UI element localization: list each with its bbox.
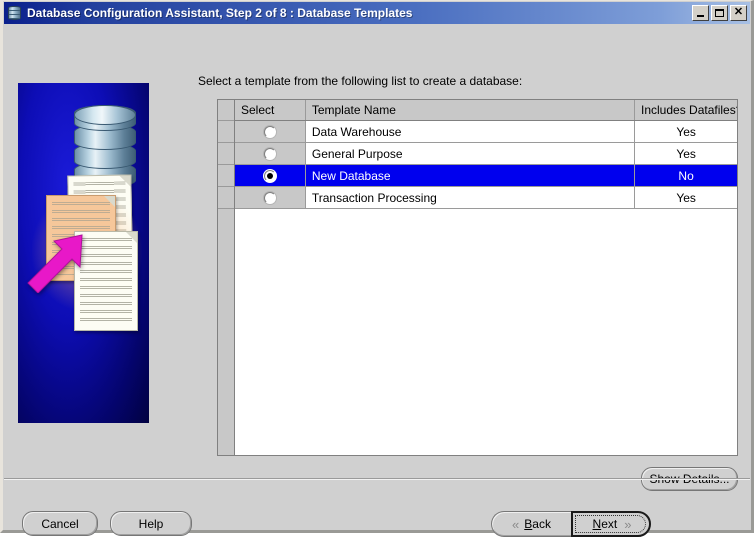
help-label: Help (138, 516, 164, 531)
template-name-cell: New Database (305, 165, 636, 187)
column-header-includes-datafiles[interactable]: Includes Datafiles? (635, 100, 737, 120)
table-body: Data Warehouse Yes General Purpose Yes N… (235, 121, 737, 455)
row-gutter-column (218, 100, 235, 455)
row-gutter-cell[interactable] (218, 187, 234, 209)
column-header-select[interactable]: Select (235, 100, 306, 120)
magenta-arrow-icon (24, 231, 86, 293)
templates-table: Select Template Name Includes Datafiles?… (217, 99, 738, 456)
close-icon: ✕ (733, 6, 744, 18)
radio-button[interactable] (263, 147, 276, 160)
title-bar: Database Configuration Assistant, Step 2… (4, 2, 750, 24)
table-header-row: Select Template Name Includes Datafiles? (235, 100, 737, 121)
radio-button[interactable] (263, 191, 276, 204)
footer-separator (4, 478, 750, 480)
back-button[interactable]: « Back (491, 511, 571, 537)
close-button[interactable]: ✕ (730, 5, 747, 21)
database-templates-illustration (18, 83, 149, 423)
back-label: Back (524, 517, 551, 531)
cancel-label: Cancel (41, 516, 79, 531)
table-empty-area (235, 209, 737, 455)
radio-button[interactable] (263, 125, 276, 138)
navigation-button-group: « Back Next » (491, 511, 651, 537)
table-row-selected[interactable]: New Database No (235, 165, 737, 187)
application-window: Database Configuration Assistant, Step 2… (0, 0, 754, 537)
column-header-template-name[interactable]: Template Name (305, 100, 635, 120)
row-gutter-cell[interactable] (218, 143, 234, 165)
chevron-right-double-icon: » (624, 516, 631, 532)
template-name-cell: Transaction Processing (305, 187, 636, 209)
help-button[interactable]: Help (110, 511, 192, 536)
includes-datafiles-cell: Yes (635, 121, 737, 143)
maximize-button[interactable] (711, 5, 728, 21)
maximize-icon (715, 9, 724, 17)
template-name-cell: Data Warehouse (305, 121, 636, 143)
client-area: Select a template from the following lis… (4, 24, 750, 537)
cancel-button[interactable]: Cancel (22, 511, 98, 536)
row-gutter-cell[interactable] (218, 121, 234, 143)
includes-datafiles-cell: Yes (635, 143, 737, 165)
select-cell[interactable] (235, 165, 306, 187)
table-row[interactable]: Data Warehouse Yes (235, 121, 737, 143)
row-gutter-cell[interactable] (218, 165, 234, 187)
chevron-left-double-icon: « (512, 516, 519, 532)
includes-datafiles-cell: Yes (635, 187, 737, 209)
includes-datafiles-cell: No (635, 165, 737, 187)
window-controls: ✕ (692, 5, 747, 21)
table-row[interactable]: General Purpose Yes (235, 143, 737, 165)
radio-button-selected[interactable] (263, 169, 276, 182)
database-cylinder-icon (7, 5, 23, 21)
select-cell[interactable] (235, 121, 306, 143)
window-title: Database Configuration Assistant, Step 2… (27, 6, 413, 20)
instruction-text: Select a template from the following lis… (198, 74, 523, 88)
template-name-cell: General Purpose (305, 143, 636, 165)
table-row[interactable]: Transaction Processing Yes (235, 187, 737, 209)
minimize-button[interactable] (692, 5, 709, 21)
minimize-icon (697, 15, 704, 17)
select-cell[interactable] (235, 143, 306, 165)
next-label: Next (592, 517, 618, 531)
select-cell[interactable] (235, 187, 306, 209)
next-button[interactable]: Next » (571, 511, 651, 537)
